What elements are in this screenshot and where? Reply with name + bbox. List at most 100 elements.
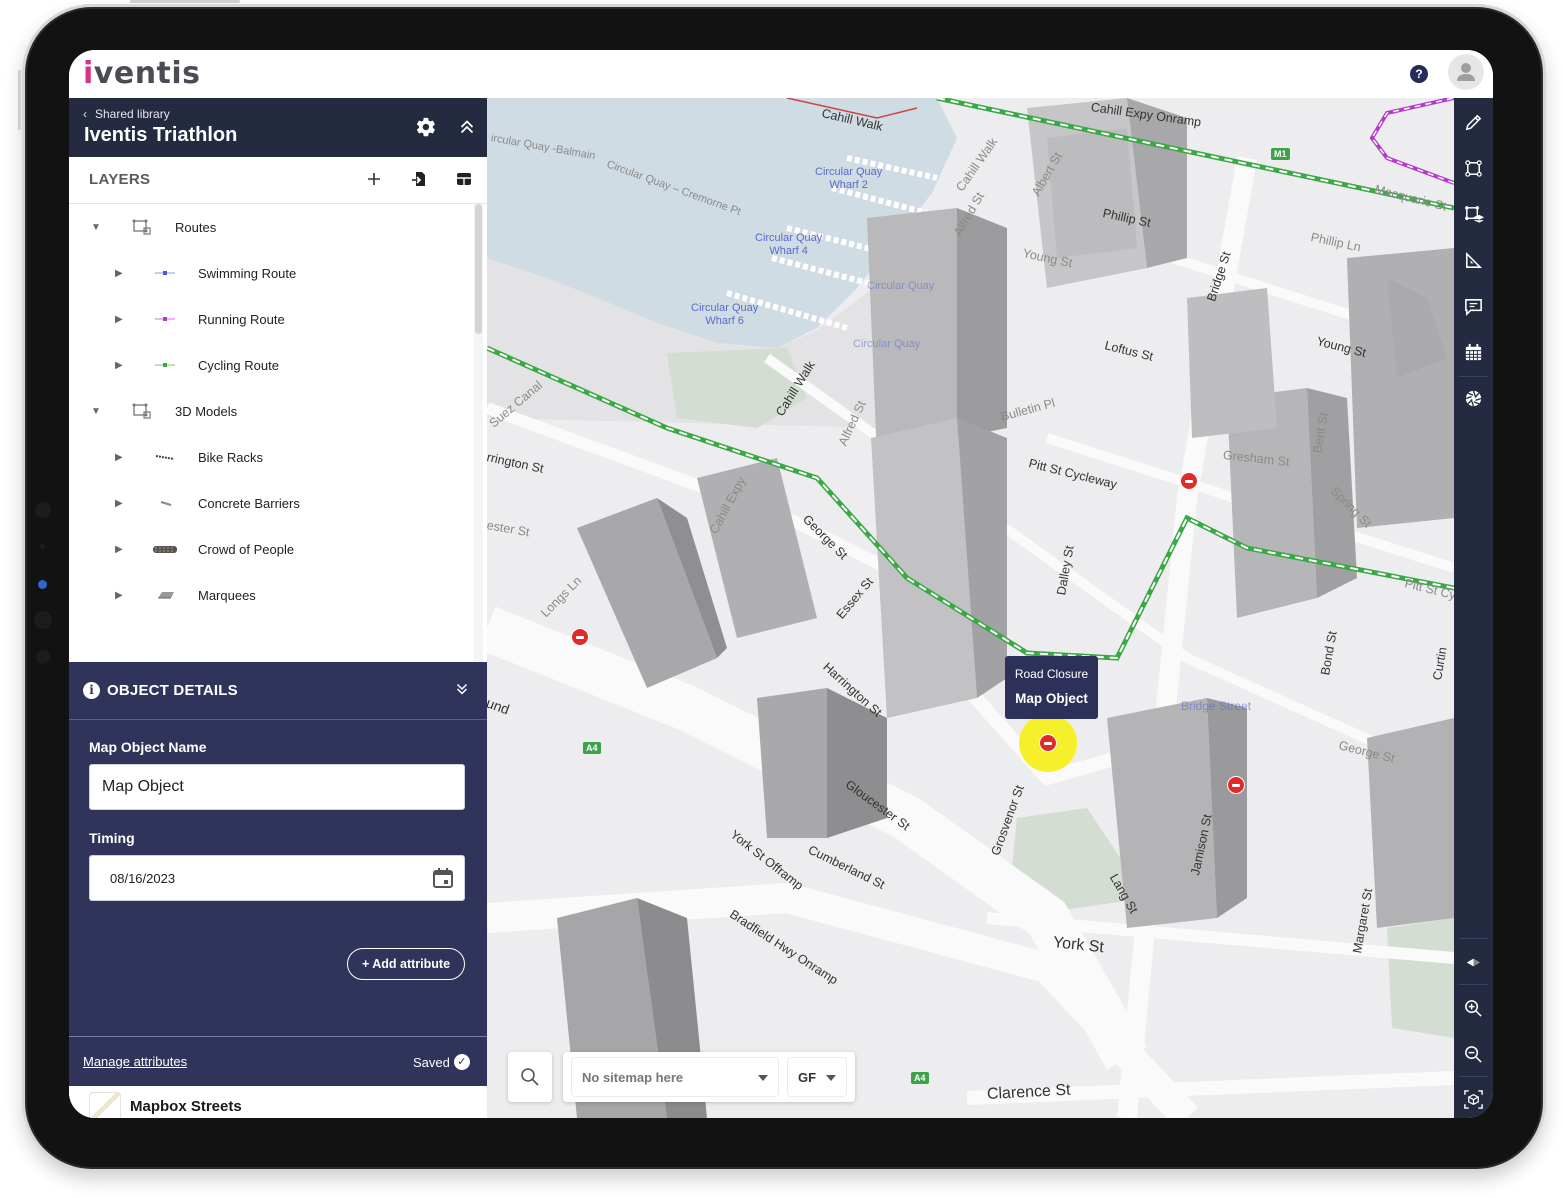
layer-item-bike-racks[interactable]: ▶ Bike Racks <box>69 434 474 480</box>
sitemap-select[interactable]: No sitemap here <box>571 1057 779 1097</box>
file-import-icon[interactable] <box>409 169 429 189</box>
layers-title: LAYERS <box>89 171 151 188</box>
layer-item-marquees[interactable]: ▶ Marquees <box>69 572 474 618</box>
marquee-model-icon <box>158 592 174 599</box>
object-details-header[interactable]: i OBJECT DETAILS <box>69 662 487 720</box>
layer-item-swimming-route[interactable]: ▶ Swimming Route <box>69 250 474 296</box>
map-object-name-input[interactable]: Map Object <box>89 764 465 810</box>
layer-item-cycling-route[interactable]: ▶ Cycling Route <box>69 342 474 388</box>
layer-label: Concrete Barriers <box>198 495 300 511</box>
basemap-label: Mapbox Streets <box>130 1098 242 1115</box>
layer-item-crowd-of-people[interactable]: ▶ Crowd of People <box>69 526 474 572</box>
basemap-selector[interactable]: Mapbox Streets <box>69 1086 487 1118</box>
pencil-icon[interactable] <box>1463 112 1484 133</box>
saved-label: Saved <box>413 1054 450 1070</box>
calendar-icon[interactable] <box>432 867 454 889</box>
map-label-station[interactable]: Circular Quay <box>853 338 920 351</box>
map-label-ferry-wharf-4[interactable]: Circular Quay Wharf 4 <box>755 232 822 258</box>
table-icon[interactable] <box>454 169 474 189</box>
aperture-icon[interactable] <box>1463 388 1484 409</box>
measure-icon[interactable] <box>1463 250 1484 271</box>
object-details-title: OBJECT DETAILS <box>107 682 238 699</box>
timing-label: Timing <box>89 830 135 846</box>
caret-right-icon[interactable]: ▶ <box>115 498 123 509</box>
route-line-icon <box>155 271 175 275</box>
double-chevron-down-icon[interactable] <box>453 680 471 698</box>
app-screen: iventis ? ‹ Shared library Iventis Triat… <box>69 50 1493 1118</box>
basemap-thumbnail <box>89 1092 121 1118</box>
barrier-model-icon <box>160 501 172 506</box>
help-button[interactable]: ? <box>1410 65 1428 83</box>
timing-date-input[interactable]: 08/16/2023 <box>89 855 465 901</box>
layer-item-running-route[interactable]: ▶ Running Route <box>69 296 474 342</box>
layer-group-3d-models[interactable]: ▼ 3D Models <box>69 388 474 434</box>
layers-header: LAYERS <box>69 157 487 204</box>
caret-right-icon[interactable]: ▶ <box>115 360 123 371</box>
device-side-button <box>18 70 21 130</box>
sitemap-controls: No sitemap here GF <box>563 1052 855 1102</box>
road-closure-marker[interactable] <box>1227 776 1245 794</box>
map-label-station[interactable]: Circular Quay <box>867 280 934 293</box>
layer-item-concrete-barriers[interactable]: ▶ Concrete Barriers <box>69 480 474 526</box>
device-sensor <box>34 611 52 629</box>
road-closure-marker-selected[interactable] <box>1039 734 1057 752</box>
person-icon <box>1457 63 1475 81</box>
plus-icon[interactable] <box>364 169 384 189</box>
map-label-ferry-wharf-6[interactable]: Circular Quay Wharf 6 <box>691 302 758 328</box>
floor-select-value: GF <box>798 1070 817 1085</box>
polygon-icon[interactable] <box>1463 158 1484 179</box>
device-camera <box>38 580 47 589</box>
manage-attributes-link[interactable]: Manage attributes <box>83 1054 187 1069</box>
back-to-shared-library[interactable]: ‹ Shared library <box>83 107 170 121</box>
route-line-icon <box>155 363 175 367</box>
caret-down-icon[interactable]: ▼ <box>91 222 101 233</box>
double-chevron-up-icon[interactable] <box>456 116 478 138</box>
add-attribute-button[interactable]: + Add attribute <box>347 948 465 980</box>
layer-label: Marquees <box>198 587 256 603</box>
zoom-in-icon[interactable] <box>1463 998 1484 1019</box>
toolbar-divider <box>1459 1076 1488 1077</box>
floor-select[interactable]: GF <box>787 1057 847 1097</box>
layer-label: Crowd of People <box>198 541 295 557</box>
zoom-out-icon[interactable] <box>1463 1044 1484 1065</box>
map-tools-toolbar <box>1454 98 1493 1118</box>
road-closure-marker[interactable] <box>1180 472 1198 490</box>
map-label-station[interactable]: Bridge Street <box>1181 700 1251 713</box>
caret-right-icon[interactable]: ▶ <box>115 452 123 463</box>
calendar-icon[interactable] <box>1463 342 1484 363</box>
layer-label: Swimming Route <box>198 265 297 281</box>
map-object-name-label: Map Object Name <box>89 739 207 755</box>
caret-right-icon[interactable]: ▶ <box>115 590 123 601</box>
route-line-icon <box>155 317 175 321</box>
compass-icon[interactable] <box>1463 952 1484 973</box>
comment-icon[interactable] <box>1463 296 1484 317</box>
object-details-panel: i OBJECT DETAILS Map Object Name Map Obj… <box>69 662 487 1086</box>
running-route-dashes <box>1371 98 1454 184</box>
map-search-button[interactable] <box>508 1052 552 1102</box>
caret-right-icon[interactable]: ▶ <box>115 544 123 555</box>
tooltip-object-name: Map Object <box>1015 691 1088 706</box>
road-shield-a4: A4 <box>911 1072 929 1084</box>
device-sensor <box>36 650 50 664</box>
caret-down-icon[interactable]: ▼ <box>91 406 101 417</box>
map-label-ferry-wharf-2[interactable]: Circular Quay Wharf 2 <box>815 166 882 192</box>
polygon-layers-icon[interactable] <box>1463 204 1484 225</box>
gear-icon[interactable] <box>415 116 437 138</box>
device-top-button <box>130 0 240 3</box>
road-shield-a4: A4 <box>583 742 601 754</box>
caret-down-icon <box>826 1075 836 1081</box>
sitemap-select-value: No sitemap here <box>582 1070 684 1085</box>
map-object-name-value: Map Object <box>102 778 184 795</box>
toolbar-divider <box>1459 938 1488 939</box>
caret-right-icon[interactable]: ▶ <box>115 268 123 279</box>
road-closure-marker[interactable] <box>571 628 589 646</box>
layer-group-routes[interactable]: ▼ Routes <box>69 204 474 250</box>
caret-right-icon[interactable]: ▶ <box>115 314 123 325</box>
saved-status: Saved ✓ <box>413 1054 470 1070</box>
project-header: ‹ Shared library Iventis Triathlon <box>69 98 487 157</box>
iventis-logo[interactable]: iventis <box>83 56 201 91</box>
user-avatar[interactable] <box>1448 54 1484 90</box>
3d-view-icon[interactable] <box>1463 1089 1484 1110</box>
chevron-left-icon: ‹ <box>83 107 87 121</box>
map-canvas[interactable]: Cahill Walk Cahill Expy Onramp ircular Q… <box>487 98 1454 1118</box>
